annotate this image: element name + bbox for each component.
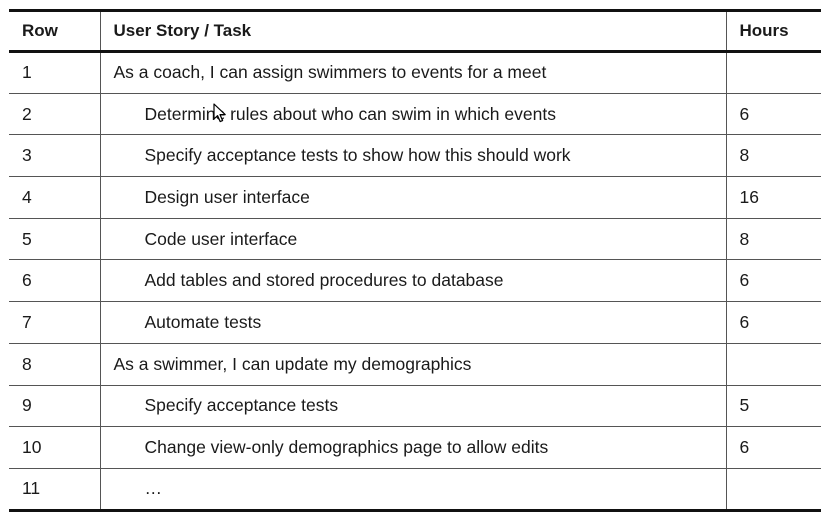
task-text: Determine rules about who can swim in wh…	[144, 103, 556, 124]
table-row: 2 Determine rules about who can swim in …	[9, 93, 821, 136]
hours-column-header: Hours	[725, 9, 821, 53]
row-number-cell: 11	[9, 468, 100, 512]
hours-cell: 6	[725, 259, 821, 303]
row-number-cell: 3	[9, 134, 100, 178]
story-cell: As a coach, I can assign swimmers to eve…	[99, 51, 726, 94]
hours-cell	[725, 343, 821, 386]
task-text: Specify acceptance tests to show how thi…	[144, 145, 571, 166]
row-number-cell: 4	[9, 176, 100, 219]
story-cell: As a swimmer, I can update my demographi…	[99, 343, 726, 386]
table-header-row: Row User Story / Task Hours	[9, 9, 821, 53]
task-text: Add tables and stored procedures to data…	[144, 270, 504, 291]
table-row: 1 As a coach, I can assign swimmers to e…	[9, 51, 821, 94]
task-text: Specify acceptance tests	[144, 395, 339, 416]
task-text: As a swimmer, I can update my demographi…	[113, 353, 472, 374]
table-row: 9 Specify acceptance tests 5	[9, 385, 821, 428]
table-row: 5 Code user interface 8	[9, 218, 821, 261]
row-number-cell: 2	[9, 93, 100, 136]
task-text: As a coach, I can assign swimmers to eve…	[113, 62, 547, 83]
task-cell: Change view-only demographics page to al…	[99, 426, 726, 469]
table-row: 6 Add tables and stored procedures to da…	[9, 259, 821, 303]
task-text: Change view-only demographics page to al…	[144, 437, 549, 458]
row-number-cell: 7	[9, 301, 100, 344]
hours-cell: 6	[725, 93, 821, 136]
task-column-header: User Story / Task	[99, 9, 726, 53]
hours-cell: 16	[725, 176, 821, 219]
task-text: …	[144, 478, 163, 499]
hours-cell: 8	[725, 218, 821, 261]
row-number-cell: 5	[9, 218, 100, 261]
task-cell: Specify acceptance tests	[99, 385, 726, 428]
row-number-cell: 6	[9, 259, 100, 303]
table-row: 10 Change view-only demographics page to…	[9, 426, 821, 469]
hours-cell: 6	[725, 301, 821, 344]
table-row: 3 Specify acceptance tests to show how t…	[9, 134, 821, 178]
task-cell: Automate tests	[99, 301, 726, 344]
row-number-cell: 8	[9, 343, 100, 386]
task-cell: Design user interface	[99, 176, 726, 219]
task-cell: Code user interface	[99, 218, 726, 261]
row-number-cell: 1	[9, 51, 100, 94]
hours-cell	[725, 468, 821, 512]
user-story-task-table: Row User Story / Task Hours 1 As a coach…	[9, 9, 821, 512]
hours-cell: 6	[725, 426, 821, 469]
task-text: Code user interface	[144, 228, 298, 249]
table-row: 11 …	[9, 468, 821, 512]
hours-cell: 5	[725, 385, 821, 428]
hours-cell: 8	[725, 134, 821, 178]
task-text: Design user interface	[144, 186, 310, 207]
task-cell: Add tables and stored procedures to data…	[99, 259, 726, 303]
table-row: 8 As a swimmer, I can update my demograp…	[9, 343, 821, 386]
row-column-header: Row	[9, 9, 100, 53]
table-row: 4 Design user interface 16	[9, 176, 821, 219]
row-number-cell: 9	[9, 385, 100, 428]
hours-cell	[725, 51, 821, 94]
task-cell: Determine rules about who can swim in wh…	[99, 93, 726, 136]
task-cell: Specify acceptance tests to show how thi…	[99, 134, 726, 178]
task-cell: …	[99, 468, 726, 512]
table-row: 7 Automate tests 6	[9, 301, 821, 344]
task-text: Automate tests	[144, 311, 262, 332]
row-number-cell: 10	[9, 426, 100, 469]
